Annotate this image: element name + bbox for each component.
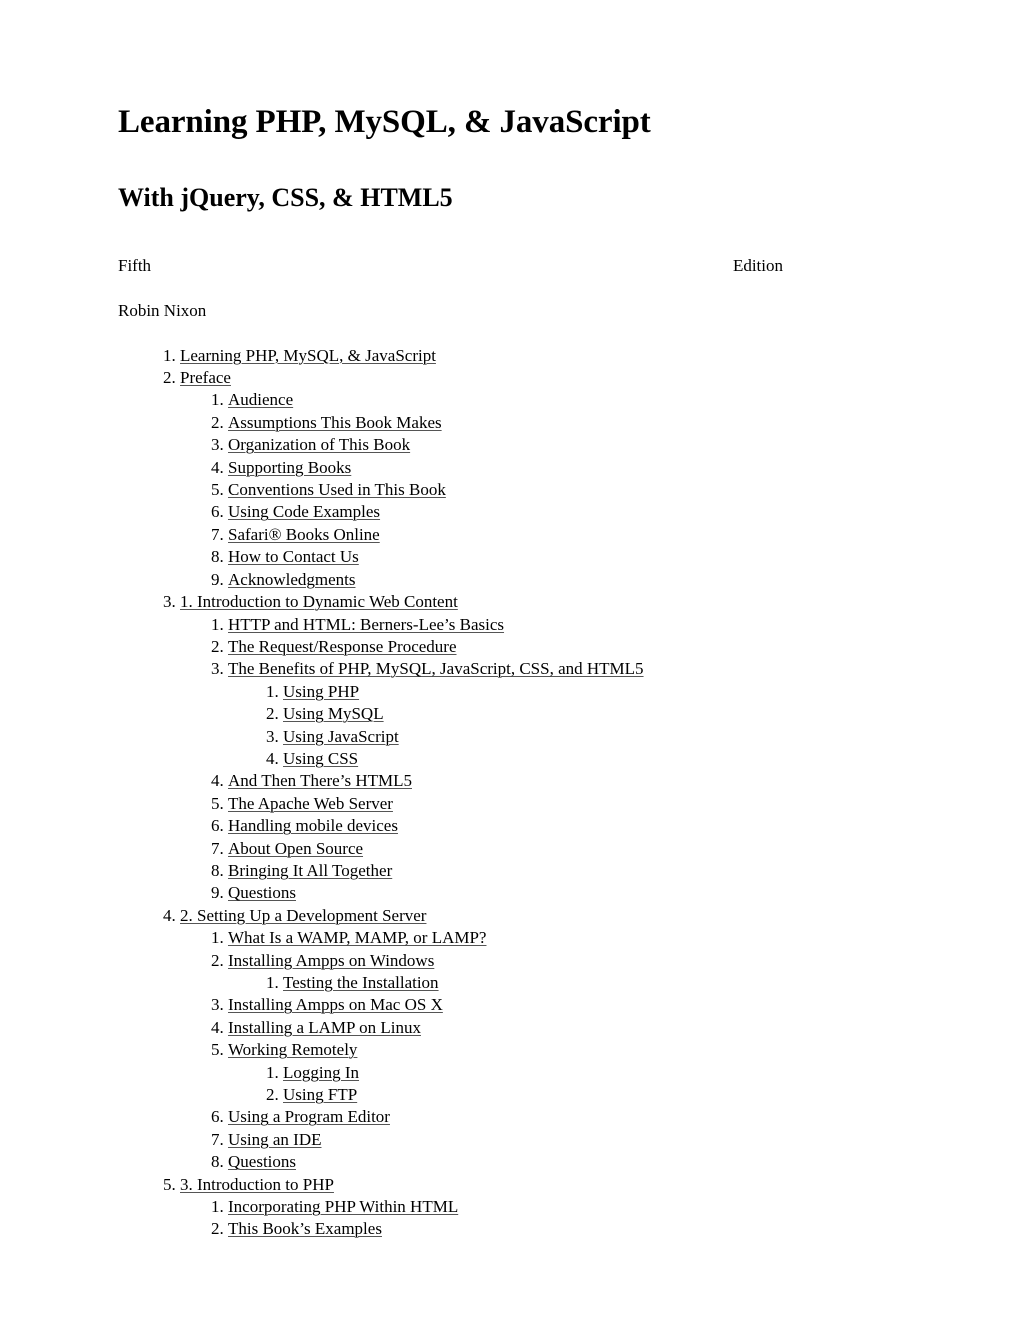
toc-item: Audience — [228, 389, 902, 411]
edition-word: Edition — [732, 255, 783, 275]
toc-item: Using JavaScript — [283, 726, 902, 748]
toc-item: Questions — [228, 882, 902, 904]
page-title: Learning PHP, MySQL, & JavaScript — [118, 104, 651, 140]
edition-ordinal: Fifth — [118, 255, 152, 275]
toc-item: The Apache Web Server — [228, 793, 902, 815]
toc-link[interactable]: Organization of This Book — [228, 435, 410, 454]
toc-item: Using a Program Editor — [228, 1106, 902, 1128]
toc-item: This Book’s Examples — [228, 1218, 902, 1240]
toc-item: 3. Introduction to PHP Incorporating PHP … — [180, 1174, 902, 1241]
toc-item: How to Contact Us — [228, 546, 902, 568]
toc-item: Incorporating PHP Within HTML — [228, 1196, 902, 1218]
toc-link[interactable]: How to Contact Us — [228, 547, 359, 566]
toc-link[interactable]: Supporting Books — [228, 458, 351, 477]
toc-link[interactable]: Safari® Books Online — [228, 525, 380, 544]
toc-link[interactable]: Questions — [228, 883, 296, 902]
toc-link[interactable]: Bringing It All Together — [228, 861, 392, 880]
toc-link[interactable]: Using an IDE — [228, 1130, 321, 1149]
toc-item: Assumptions This Book Makes — [228, 412, 902, 434]
toc-item: What Is a WAMP, MAMP, or LAMP? — [228, 927, 902, 949]
toc-link[interactable]: Using a Program Editor — [228, 1107, 390, 1126]
toc-link[interactable]: The Apache Web Server — [228, 794, 393, 813]
toc-item: Installing Ampps on Windows Testing the I… — [228, 950, 902, 995]
toc-item: Logging In — [283, 1062, 902, 1084]
toc-link[interactable]: Learning PHP, MySQL, & JavaScript — [180, 346, 436, 365]
toc-item: Using FTP — [283, 1084, 902, 1106]
toc-link[interactable]: Handling mobile devices — [228, 816, 398, 835]
toc-link[interactable]: Installing a LAMP on Linux — [228, 1018, 421, 1037]
toc-link[interactable]: Incorporating PHP Within HTML — [228, 1197, 458, 1216]
toc-item: Using Code Examples — [228, 501, 902, 523]
toc-item: 2. Setting Up a Development Server What I… — [180, 905, 902, 1174]
toc-item: Conventions Used in This Book — [228, 479, 902, 501]
toc-item: Testing the Installation — [283, 972, 902, 994]
toc-link[interactable]: Questions — [228, 1152, 296, 1171]
toc-link[interactable]: Using Code Examples — [228, 502, 380, 521]
toc-item: The Benefits of PHP, MySQL, JavaScript, … — [228, 658, 902, 770]
toc-link[interactable]: 3. Introduction to PHP — [180, 1175, 334, 1194]
toc-link[interactable]: Audience — [228, 390, 293, 409]
toc-link[interactable]: The Benefits of PHP, MySQL, JavaScript, … — [228, 659, 644, 678]
toc-link[interactable]: Working Remotely — [228, 1040, 357, 1059]
toc-sublist-level-3: Logging In Using FTP — [228, 1062, 902, 1107]
edition-spacer — [151, 256, 733, 276]
toc-link[interactable]: About Open Source — [228, 839, 363, 858]
toc-link[interactable]: 2. Setting Up a Development Server — [180, 906, 426, 925]
toc-link[interactable]: What Is a WAMP, MAMP, or LAMP? — [228, 928, 486, 947]
toc-item: Learning PHP, MySQL, & JavaScript — [180, 345, 902, 367]
toc-item: Bringing It All Together — [228, 860, 902, 882]
toc-link[interactable]: Preface — [180, 368, 231, 387]
toc-link[interactable]: Installing Ampps on Mac OS X — [228, 995, 443, 1014]
toc-item: Using PHP — [283, 681, 902, 703]
toc-item: And Then There’s HTML5 — [228, 770, 902, 792]
toc-link[interactable]: 1. Introduction to Dynamic Web Content — [180, 592, 458, 611]
toc-item: Working Remotely Logging In Using FTP — [228, 1039, 902, 1106]
toc-link[interactable]: Assumptions This Book Makes — [228, 413, 442, 432]
toc-link[interactable]: HTTP and HTML: Berners-Lee’s Basics — [228, 615, 504, 634]
toc-item: Safari® Books Online — [228, 524, 902, 546]
toc-sublist-level-2: Audience Assumptions This Book Makes Organ… — [180, 389, 902, 591]
toc-sublist-level-3: Testing the Installation — [228, 972, 902, 994]
toc-item: Questions — [228, 1151, 902, 1173]
toc-link[interactable]: Using JavaScript — [283, 727, 399, 746]
toc-item: The Request/Response Procedure — [228, 636, 902, 658]
edition-line: Fifth Edition — [118, 256, 783, 276]
toc-link[interactable]: And Then There’s HTML5 — [228, 771, 412, 790]
toc-link[interactable]: Conventions Used in This Book — [228, 480, 446, 499]
toc-item: Handling mobile devices — [228, 815, 902, 837]
toc-item: Preface Audience Assumptions This Book Mak… — [180, 367, 902, 591]
toc-sublist-level-2: Incorporating PHP Within HTML This Book’s… — [180, 1196, 902, 1241]
toc-item: Using MySQL — [283, 703, 902, 725]
toc-link[interactable]: Logging In — [283, 1063, 359, 1082]
toc-item: Using an IDE — [228, 1129, 902, 1151]
toc-item: About Open Source — [228, 838, 902, 860]
toc-link[interactable]: Testing the Installation — [283, 973, 439, 992]
toc-link[interactable]: Using MySQL — [283, 704, 384, 723]
toc-link[interactable]: Acknowledgments — [228, 570, 355, 589]
toc-sublist-level-2: What Is a WAMP, MAMP, or LAMP? Installing… — [180, 927, 902, 1173]
toc-link[interactable]: Using CSS — [283, 749, 358, 768]
page-subtitle: With jQuery, CSS, & HTML5 — [118, 182, 453, 212]
toc-link[interactable]: The Request/Response Procedure — [228, 637, 457, 656]
toc-link[interactable]: This Book’s Examples — [228, 1219, 382, 1238]
document-page: Learning PHP, MySQL, & JavaScript With j… — [0, 0, 1020, 1320]
toc-list: Learning PHP, MySQL, & JavaScript Preface… — [118, 345, 902, 1241]
toc-link[interactable]: Using FTP — [283, 1085, 357, 1104]
toc-link[interactable]: Installing Ampps on Windows — [228, 951, 434, 970]
toc-sublist-level-2: HTTP and HTML: Berners-Lee’s Basics The R… — [180, 614, 902, 905]
toc-link[interactable]: Using PHP — [283, 682, 359, 701]
toc-item: Installing Ampps on Mac OS X — [228, 994, 902, 1016]
toc-sublist-level-3: Using PHP Using MySQL Using JavaScript Usin… — [228, 681, 902, 771]
toc-item: Organization of This Book — [228, 434, 902, 456]
toc-item: Installing a LAMP on Linux — [228, 1017, 902, 1039]
toc-item: Acknowledgments — [228, 569, 902, 591]
toc-item: HTTP and HTML: Berners-Lee’s Basics — [228, 614, 902, 636]
author-name: Robin Nixon — [118, 301, 207, 321]
toc-item: Using CSS — [283, 748, 902, 770]
toc-item: Supporting Books — [228, 457, 902, 479]
table-of-contents: Learning PHP, MySQL, & JavaScript Preface… — [118, 345, 902, 1241]
toc-item: 1. Introduction to Dynamic Web Content HT… — [180, 591, 902, 905]
